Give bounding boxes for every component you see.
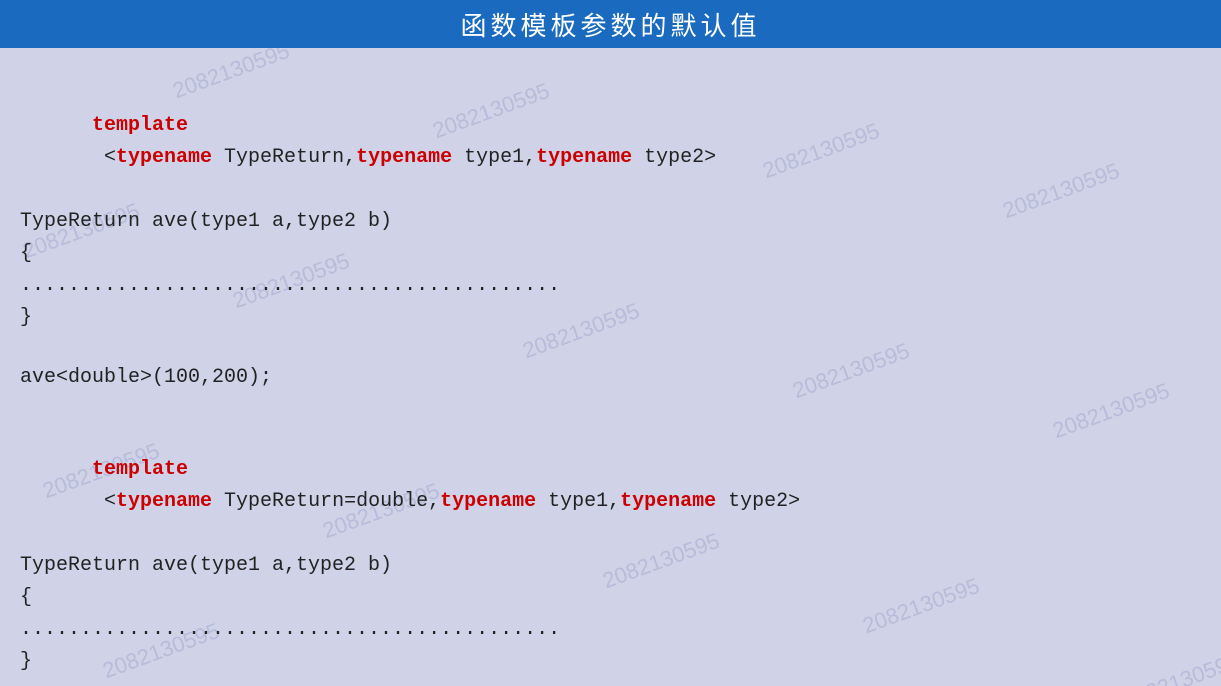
code-line-brace2-close: } bbox=[20, 646, 1201, 678]
code-line-call1: ave<double>(100,200); bbox=[20, 362, 1201, 394]
code-line-template1: template <typename TypeReturn,typename t… bbox=[20, 78, 1201, 206]
keyword-template-1: template bbox=[92, 114, 188, 137]
keyword-template-2: template bbox=[92, 458, 188, 481]
code-text-2d: type2> bbox=[716, 490, 800, 513]
code-text-1c: type1, bbox=[452, 146, 536, 169]
code-text-1a: < bbox=[92, 146, 116, 169]
keyword-typename-2c: typename bbox=[620, 490, 716, 513]
code-text-2c: type1, bbox=[536, 490, 620, 513]
keyword-typename-2b: typename bbox=[440, 490, 536, 513]
code-line-dots1: ........................................… bbox=[20, 270, 1201, 302]
code-text-2b: TypeReturn=double, bbox=[212, 490, 440, 513]
code-line-funcdef2: TypeReturn ave(type1 a,type2 b) bbox=[20, 550, 1201, 582]
code-line-brace2-open: { bbox=[20, 582, 1201, 614]
code-line-brace1-close: } bbox=[20, 302, 1201, 334]
code-text-2a: < bbox=[92, 490, 116, 513]
keyword-typename-2a: typename bbox=[116, 490, 212, 513]
content-area: 2082130595 2082130595 2082130595 2082130… bbox=[0, 48, 1221, 686]
code-block-2: template <typename TypeReturn=double,typ… bbox=[20, 422, 1201, 678]
code-text-1d: type2> bbox=[632, 146, 716, 169]
code-line-template2: template <typename TypeReturn=double,typ… bbox=[20, 422, 1201, 550]
header: 函数模板参数的默认值 bbox=[0, 0, 1221, 48]
code-text-1b: TypeReturn, bbox=[212, 146, 356, 169]
code-line-dots2: ........................................… bbox=[20, 614, 1201, 646]
code-call-1: ave<double>(100,200); bbox=[20, 362, 1201, 394]
code-block-1: template <typename TypeReturn,typename t… bbox=[20, 78, 1201, 334]
code-line-brace1-open: { bbox=[20, 238, 1201, 270]
keyword-typename-1c: typename bbox=[536, 146, 632, 169]
keyword-typename-1a: typename bbox=[116, 146, 212, 169]
header-title: 函数模板参数的默认值 bbox=[460, 6, 760, 43]
keyword-typename-1b: typename bbox=[356, 146, 452, 169]
code-line-funcdef1: TypeReturn ave(type1 a,type2 b) bbox=[20, 206, 1201, 238]
